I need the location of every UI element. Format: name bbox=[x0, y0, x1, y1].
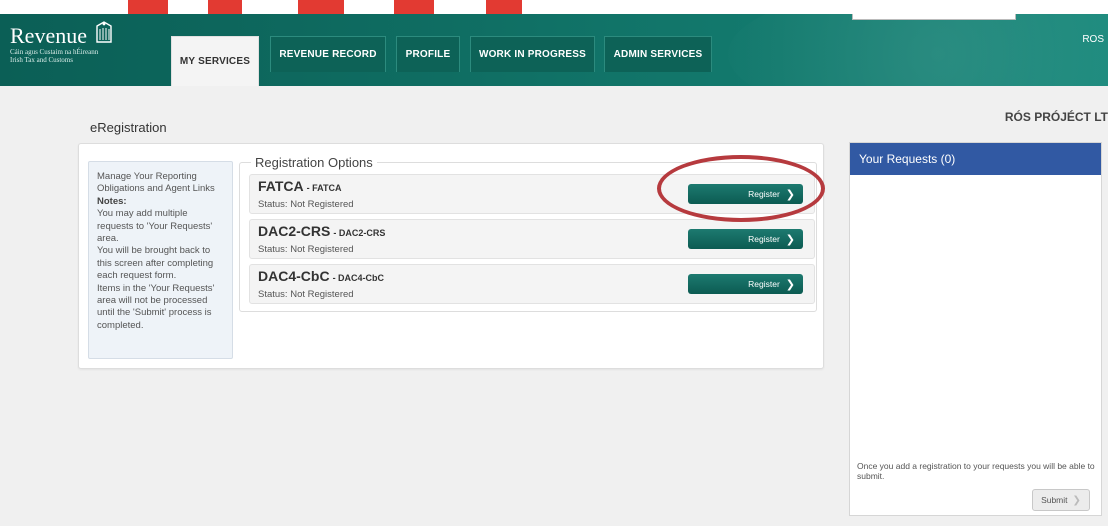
submit-button[interactable]: Submit ❯ bbox=[1032, 489, 1090, 511]
register-dac4-cbc-button[interactable]: Register ❯ bbox=[688, 274, 803, 294]
option-code: - DAC2-CRS bbox=[333, 228, 386, 238]
option-status: Status: Not Registered bbox=[258, 199, 354, 210]
your-requests-panel: Your Requests (0) Once you add a registr… bbox=[849, 142, 1102, 516]
submit-label: Submit bbox=[1041, 495, 1068, 505]
chevron-right-icon: ❯ bbox=[1072, 494, 1081, 506]
registration-panel: Manage Your Reporting Obligations and Ag… bbox=[78, 143, 824, 369]
logo-subtitle-irish: Cáin agus Custaim na hÉireann bbox=[10, 48, 99, 56]
tab-profile[interactable]: PROFILE bbox=[396, 36, 460, 72]
top-strip bbox=[0, 0, 1108, 14]
harp-icon bbox=[95, 20, 113, 44]
register-button-label: Register bbox=[748, 279, 780, 289]
note-item: Items in the 'Your Requests' area will n… bbox=[97, 282, 215, 331]
tab-admin-services[interactable]: ADMIN SERVICES bbox=[604, 36, 712, 72]
chevron-right-icon: ❯ bbox=[785, 188, 795, 201]
chevron-right-icon: ❯ bbox=[785, 278, 795, 291]
registration-option-dac2-crs: DAC2-CRS - DAC2-CRS Status: Not Registere… bbox=[249, 219, 815, 259]
banner-fragment bbox=[128, 0, 168, 14]
your-requests-title: Your Requests (0) bbox=[850, 143, 1101, 175]
notes-label: Notes: bbox=[97, 195, 127, 207]
register-button-label: Register bbox=[748, 234, 780, 244]
register-dac2-crs-button[interactable]: Register ❯ bbox=[688, 229, 803, 249]
tab-work-in-progress[interactable]: WORK IN PROGRESS bbox=[470, 36, 595, 72]
option-status: Status: Not Registered bbox=[258, 289, 354, 300]
registration-options-legend: Registration Options bbox=[251, 155, 377, 170]
banner-fragment bbox=[394, 0, 434, 14]
note-item: You will be brought back to this screen … bbox=[97, 245, 214, 282]
option-name: DAC2-CRS - DAC2-CRS bbox=[258, 223, 386, 239]
banner-fragment bbox=[298, 0, 344, 14]
page-title: eRegistration bbox=[90, 120, 167, 135]
instructions-box: Manage Your Reporting Obligations and Ag… bbox=[88, 161, 233, 359]
chevron-right-icon: ❯ bbox=[785, 233, 795, 246]
logo-wordmark: Revenue bbox=[10, 23, 87, 48]
option-name: FATCA - FATCA bbox=[258, 178, 342, 194]
user-name[interactable]: ROS bbox=[1082, 34, 1104, 45]
tab-my-services[interactable]: MY SERVICES bbox=[171, 36, 259, 86]
company-name: RÓS PRÓJÉCT LT bbox=[1004, 110, 1108, 124]
note-item: You may add multiple requests to 'Your R… bbox=[97, 208, 213, 245]
registration-option-fatca: FATCA - FATCA Status: Not Registered Regi… bbox=[249, 174, 815, 214]
banner-fragment bbox=[208, 0, 242, 14]
registration-option-dac4-cbc: DAC4-CbC - DAC4-CbC Status: Not Registere… bbox=[249, 264, 815, 304]
logo-subtitle-english: Irish Tax and Customs bbox=[10, 56, 73, 64]
revenue-logo[interactable]: Revenue Cáin agus Custaim na hÉireann Ir… bbox=[10, 21, 113, 64]
option-name: DAC4-CbC - DAC4-CbC bbox=[258, 268, 385, 284]
header-search-box[interactable] bbox=[852, 14, 1016, 20]
option-code: - DAC4-CbC bbox=[332, 273, 385, 283]
register-fatca-button[interactable]: Register ❯ bbox=[688, 184, 803, 204]
register-button-label: Register bbox=[748, 189, 780, 199]
banner-fragment bbox=[486, 0, 522, 14]
option-status: Status: Not Registered bbox=[258, 244, 354, 255]
your-requests-note: Once you add a registration to your requ… bbox=[857, 461, 1095, 481]
instructions-intro: Manage Your Reporting Obligations and Ag… bbox=[97, 171, 215, 195]
header-decoration bbox=[728, 14, 1108, 86]
tab-revenue-record[interactable]: REVENUE RECORD bbox=[270, 36, 386, 72]
option-code: - FATCA bbox=[306, 183, 342, 193]
